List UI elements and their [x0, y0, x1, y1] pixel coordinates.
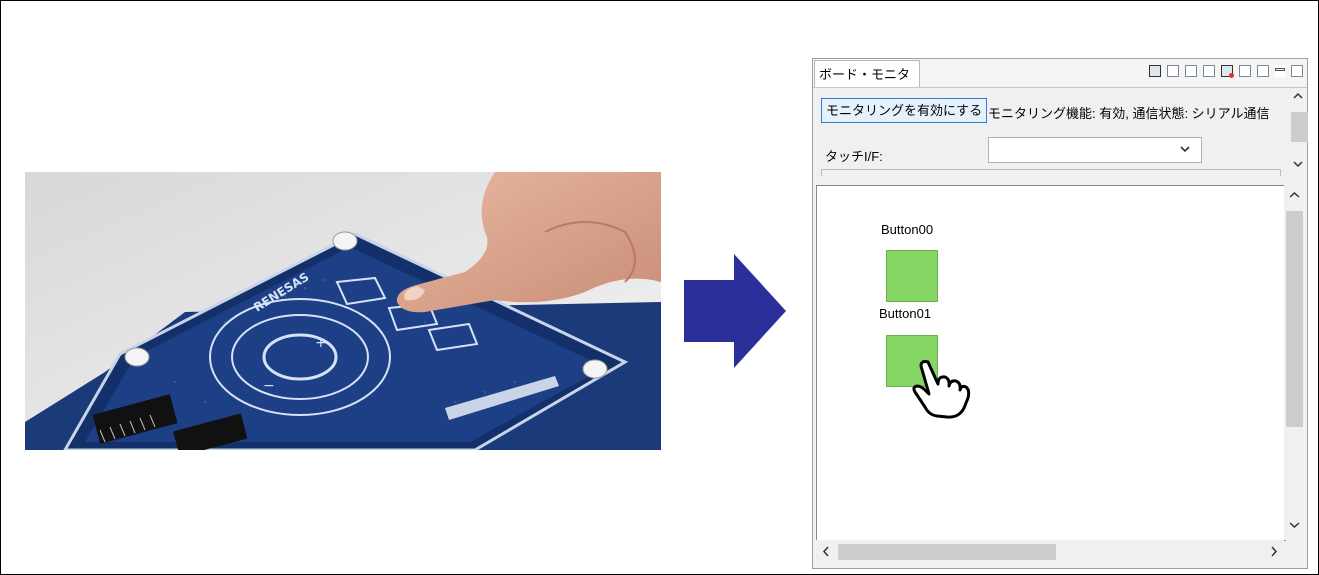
- layout-icon[interactable]: [1203, 65, 1215, 77]
- board-monitor-tab[interactable]: ボード・モニタ⊠: [814, 60, 920, 109]
- chevron-up-icon[interactable]: [1293, 92, 1303, 100]
- chevron-up-icon[interactable]: [1289, 191, 1300, 199]
- window-icon[interactable]: [1239, 65, 1251, 77]
- settings-scrollbar[interactable]: [1289, 88, 1308, 180]
- import-icon[interactable]: [1185, 65, 1197, 77]
- view-icon[interactable]: [1149, 65, 1161, 77]
- scrollbar-thumb[interactable]: [1291, 112, 1308, 142]
- view-toolbar: [1149, 65, 1303, 78]
- maximize-icon[interactable]: [1291, 65, 1303, 77]
- record-icon[interactable]: [1221, 65, 1234, 78]
- canvas-horizontal-scrollbar[interactable]: [816, 540, 1284, 564]
- chevron-right-icon[interactable]: [1270, 546, 1278, 557]
- touch-if-label: タッチI/F:: [825, 149, 883, 164]
- enable-monitoring-button[interactable]: モニタリングを有効にする: [821, 98, 988, 123]
- canvas-vertical-scrollbar[interactable]: [1284, 185, 1305, 540]
- tab-title: ボード・モニタ: [819, 67, 911, 82]
- group-divider: [821, 169, 1281, 176]
- button00-indicator: [886, 250, 938, 302]
- button01-label: Button01: [879, 306, 932, 321]
- svg-text:+: +: [315, 335, 327, 351]
- view-tab-bar: ボード・モニタ⊠: [813, 59, 1307, 109]
- right-arrow-icon: [684, 254, 786, 368]
- touch-board-photo: + − RENESAS: [25, 172, 661, 450]
- minimize-icon[interactable]: [1275, 65, 1285, 77]
- chevron-down-icon: [1180, 146, 1190, 153]
- scrollbar-thumb[interactable]: [1286, 211, 1303, 427]
- monitor-canvas: Button00 Button01: [816, 185, 1286, 541]
- grid-icon[interactable]: [1257, 65, 1269, 77]
- monitor-settings-panel: モニタリングを有効にする モニタリング機能: 有効, 通信状態: シリアル通信 …: [813, 88, 1307, 180]
- hand-pointer-icon: [912, 360, 971, 419]
- chevron-down-icon[interactable]: [1293, 160, 1303, 168]
- svg-text:−: −: [263, 378, 275, 394]
- button00-label: Button00: [881, 222, 934, 237]
- board-monitor-view: ボード・モニタ⊠ モニタリングを有効にする モニタリング機能: 有効, 通信状態…: [812, 58, 1308, 569]
- scrollbar-thumb[interactable]: [838, 544, 1056, 560]
- chevron-left-icon[interactable]: [822, 546, 830, 557]
- chevron-down-icon[interactable]: [1289, 521, 1300, 529]
- touch-if-select[interactable]: [988, 137, 1202, 163]
- export-icon[interactable]: [1167, 65, 1179, 77]
- monitoring-status-text: モニタリング機能: 有効, 通信状態: シリアル通信: [988, 106, 1270, 121]
